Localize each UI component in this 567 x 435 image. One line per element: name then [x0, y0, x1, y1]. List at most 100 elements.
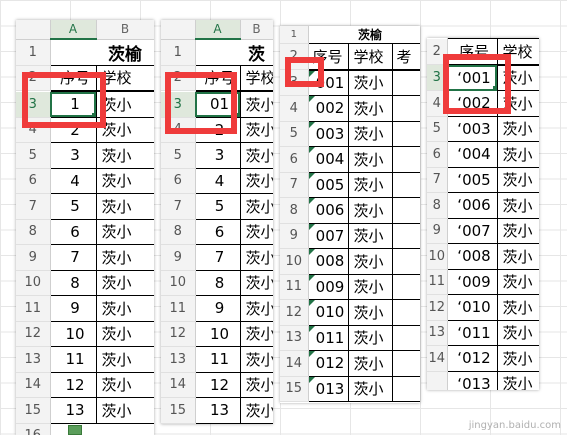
row-header[interactable]: 3 — [280, 70, 309, 96]
school-cell[interactable]: 茨小 — [239, 193, 273, 220]
serial-number-cell[interactable]: ‘004 — [446, 141, 498, 168]
row-header[interactable]: 10 — [280, 248, 309, 275]
row-header[interactable]: 6 — [427, 141, 448, 168]
sheet-title[interactable]: 茨 — [240, 39, 273, 65]
row-header[interactable]: 9 — [16, 244, 51, 271]
school-cell[interactable]: 茨小 — [496, 217, 539, 244]
row-header[interactable]: 15 — [161, 397, 196, 424]
header-cell[interactable]: 序号 — [307, 43, 349, 70]
serial-number-cell[interactable]: 005 — [307, 171, 349, 198]
serial-number-cell[interactable]: 10 — [194, 320, 241, 347]
school-cell[interactable]: 茨小 — [496, 115, 539, 142]
row-header[interactable]: 13 — [427, 320, 448, 346]
row-header[interactable]: 14 — [427, 345, 448, 372]
serial-number-cell[interactable]: 8 — [194, 269, 241, 296]
select-all-corner[interactable] — [16, 20, 51, 40]
exam-cell[interactable] — [391, 146, 420, 173]
row-header[interactable]: 5 — [16, 142, 51, 169]
serial-number-cell[interactable]: 4 — [194, 167, 241, 194]
serial-number-cell[interactable]: 5 — [194, 193, 241, 220]
row-header[interactable]: 5 — [427, 116, 448, 142]
row-header[interactable]: 2 — [427, 38, 448, 65]
serial-number-cell[interactable]: ‘008 — [446, 243, 498, 270]
header-cell[interactable]: 考 — [391, 43, 420, 70]
row-header[interactable]: 9 — [280, 223, 309, 249]
school-cell[interactable]: 茨小 — [347, 273, 393, 300]
serial-number-cell[interactable]: ‘001 — [446, 64, 498, 91]
header-cell[interactable]: 学校 — [95, 64, 154, 91]
row-header[interactable]: 4 — [427, 90, 448, 117]
serial-number-cell[interactable]: ‘010 — [446, 294, 498, 321]
serial-number-cell[interactable]: ‘007 — [446, 217, 498, 244]
serial-number-cell[interactable]: 7 — [49, 244, 97, 271]
exam-cell[interactable] — [391, 324, 420, 351]
serial-number-cell[interactable]: 11 — [49, 346, 97, 373]
row-header[interactable]: 15 — [280, 376, 309, 402]
header-cell[interactable]: 序号 — [446, 38, 498, 65]
row-header[interactable]: 12 — [16, 321, 51, 347]
school-cell[interactable]: 茨小 — [95, 91, 154, 118]
row-header[interactable]: 8 — [427, 192, 448, 219]
row-header[interactable]: 7 — [280, 172, 309, 198]
serial-number-cell[interactable]: ‘003 — [446, 115, 498, 142]
row-header[interactable] — [427, 371, 448, 390]
serial-number-cell[interactable]: 013 — [307, 375, 349, 402]
row-header[interactable]: 7 — [16, 193, 51, 220]
row-header[interactable]: 12 — [280, 299, 309, 326]
header-cell[interactable]: 学校 — [496, 38, 539, 65]
school-cell[interactable]: 茨小 — [347, 171, 393, 198]
serial-number-cell[interactable]: 10 — [49, 320, 97, 347]
school-cell[interactable]: 茨小 — [95, 116, 154, 143]
header-cell[interactable]: 序号 — [49, 64, 97, 91]
school-cell[interactable]: 茨小 — [347, 324, 393, 351]
serial-number-cell[interactable]: 007 — [307, 222, 349, 249]
school-cell[interactable]: 茨小 — [496, 345, 539, 372]
school-cell[interactable]: 茨小 — [496, 268, 539, 295]
school-cell[interactable]: 茨小 — [239, 269, 273, 296]
serial-number-cell[interactable]: 12 — [49, 371, 97, 398]
school-cell[interactable]: 茨小 — [95, 295, 154, 322]
row-header[interactable]: 2 — [280, 43, 309, 70]
serial-number-cell[interactable]: 002 — [307, 95, 349, 122]
school-cell[interactable]: 茨小 — [95, 244, 154, 271]
row-header[interactable]: 6 — [280, 146, 309, 173]
serial-number-cell[interactable]: 1 — [49, 91, 97, 118]
school-cell[interactable]: 茨小 — [347, 299, 393, 326]
sheet-title[interactable]: 茨榆 — [348, 26, 392, 44]
serial-number-cell[interactable]: 001 — [307, 69, 349, 96]
exam-cell[interactable] — [391, 69, 420, 96]
row-header[interactable]: 9 — [427, 218, 448, 244]
row-header[interactable]: 12 — [427, 294, 448, 321]
school-cell[interactable]: 茨小 — [496, 370, 539, 390]
row-header[interactable]: 11 — [16, 295, 51, 322]
sheet-title[interactable]: 茨榆 — [96, 39, 154, 65]
serial-number-cell[interactable]: ‘002 — [446, 90, 498, 117]
exam-cell[interactable] — [391, 350, 420, 377]
serial-number-cell[interactable]: ‘009 — [446, 268, 498, 295]
serial-number-cell[interactable]: 010 — [307, 299, 349, 326]
serial-number-cell[interactable]: 5 — [49, 193, 97, 220]
school-cell[interactable]: 茨小 — [347, 197, 393, 224]
row-header[interactable]: 7 — [427, 167, 448, 193]
row-header[interactable]: 8 — [280, 197, 309, 224]
school-cell[interactable]: 茨小 — [239, 397, 273, 424]
serial-number-cell[interactable]: 009 — [307, 273, 349, 300]
school-cell[interactable]: 茨小 — [95, 167, 154, 194]
serial-number-cell[interactable] — [50, 423, 96, 435]
school-cell[interactable] — [96, 423, 154, 435]
row-header[interactable]: 8 — [16, 219, 51, 245]
school-cell[interactable]: 茨小 — [496, 243, 539, 270]
school-cell[interactable]: 茨小 — [239, 346, 273, 373]
serial-number-cell[interactable]: ‘006 — [446, 192, 498, 219]
serial-number-cell[interactable]: 003 — [307, 120, 349, 147]
serial-number-cell[interactable]: ‘005 — [446, 166, 498, 193]
serial-number-cell[interactable]: 3 — [49, 142, 97, 169]
school-cell[interactable]: 茨小 — [95, 397, 154, 424]
row-header[interactable]: 11 — [161, 295, 196, 322]
exam-cell[interactable] — [391, 222, 420, 249]
serial-number-cell[interactable]: 11 — [194, 346, 241, 373]
row-header[interactable]: 7 — [161, 193, 196, 220]
school-cell[interactable]: 茨小 — [239, 295, 273, 322]
serial-number-cell[interactable]: 13 — [49, 397, 97, 424]
row-header[interactable]: 16 — [16, 423, 51, 435]
